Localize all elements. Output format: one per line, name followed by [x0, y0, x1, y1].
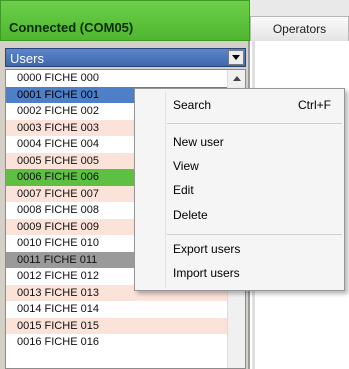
- chevron-down-icon: [232, 55, 240, 60]
- tab-strip: Operators: [250, 0, 349, 41]
- menu-item-edit[interactable]: Edit: [173, 180, 341, 200]
- user-list-item[interactable]: 0000 FICHE 000: [6, 70, 228, 87]
- menu-item-delete[interactable]: Delete: [173, 205, 341, 225]
- connection-status-bar: Connected (COM05): [0, 0, 250, 41]
- menu-item-import-users[interactable]: Import users: [173, 263, 341, 283]
- user-list-item[interactable]: 0016 FICHE 016: [6, 334, 228, 351]
- menu-item-new-user[interactable]: New user: [173, 132, 341, 152]
- scroll-up-button[interactable]: [228, 70, 245, 87]
- user-list-item[interactable]: 0014 FICHE 014: [6, 301, 228, 318]
- menu-separator: [167, 123, 342, 124]
- menu-item-view[interactable]: View: [173, 156, 341, 176]
- combo-dropdown-button[interactable]: [228, 50, 244, 65]
- menu-gutter: [165, 91, 166, 288]
- context-menu: Search Ctrl+F New user View Edit Delete …: [134, 88, 345, 291]
- users-combo[interactable]: Users: [5, 48, 246, 67]
- connection-status-text: Connected (COM05): [9, 20, 134, 35]
- users-combo-value: Users: [10, 51, 44, 66]
- user-list-item[interactable]: 0015 FICHE 015: [6, 317, 228, 334]
- menu-separator: [167, 234, 342, 235]
- chevron-up-icon: [232, 76, 241, 81]
- tab-operators[interactable]: Operators: [250, 16, 349, 41]
- menu-item-export-users[interactable]: Export users: [173, 239, 341, 259]
- menu-item-search-shortcut: Ctrl+F: [298, 98, 331, 112]
- menu-item-search[interactable]: Search Ctrl+F: [173, 95, 341, 115]
- menu-item-search-label: Search: [173, 98, 212, 112]
